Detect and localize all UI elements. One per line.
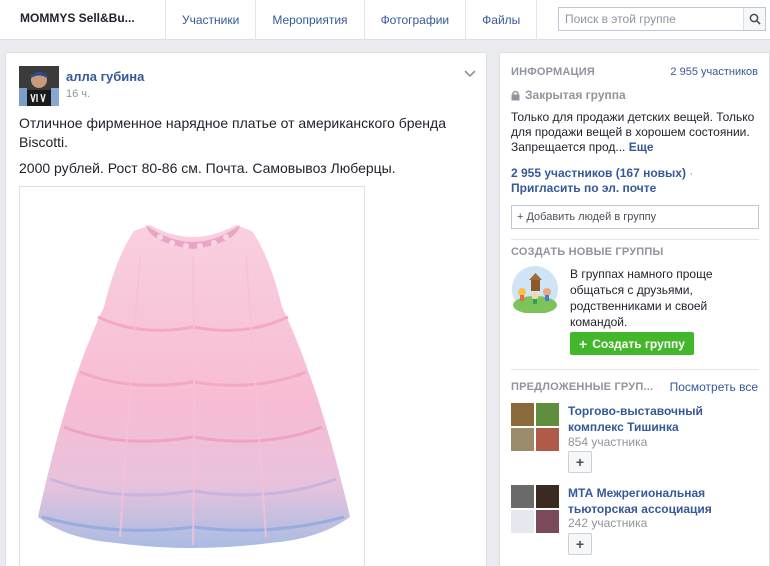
- add-people-input[interactable]: + Добавить людей в группу: [511, 205, 759, 229]
- tab-files[interactable]: Файлы: [465, 0, 538, 40]
- post-body: Отличное фирменное нарядное платье от ам…: [19, 114, 469, 185]
- post-text-price: 2000 рублей. Рост 80-86 см. Почта. Самов…: [19, 160, 396, 176]
- group-illustration-icon: [512, 266, 558, 314]
- privacy-row: Закрытая группа: [511, 88, 626, 102]
- author-avatar[interactable]: [19, 66, 59, 106]
- suggested-group-name[interactable]: МТА Межрегиональная тьюторская ассоциаци…: [568, 485, 748, 517]
- create-groups-text: В группах намного проще общаться с друзь…: [570, 267, 713, 329]
- search-button[interactable]: [743, 8, 765, 30]
- suggested-group-thumbnails[interactable]: [511, 485, 559, 533]
- create-group-label: Создать группу: [592, 336, 685, 351]
- create-groups-header: СОЗДАТЬ НОВЫЕ ГРУППЫ: [511, 246, 664, 258]
- plus-icon: +: [575, 536, 585, 552]
- privacy-label: Закрытая группа: [525, 88, 626, 102]
- member-photo: [536, 485, 559, 508]
- member-photo: [511, 428, 534, 451]
- post-text-description: Отличное фирменное нарядное платье от ам…: [19, 115, 446, 150]
- section-divider: [511, 369, 759, 370]
- group-tabs: Участники Мероприятия Фотографии Файлы: [165, 0, 538, 40]
- tab-photos[interactable]: Фотографии: [363, 0, 466, 40]
- chevron-down-icon: [464, 70, 476, 78]
- member-photo: [536, 510, 559, 533]
- suggested-group-members: 242 участника: [568, 516, 648, 530]
- member-photo: [536, 403, 559, 426]
- member-photo: [511, 510, 534, 533]
- group-description: Только для продажи детских вещей. Только…: [511, 110, 763, 155]
- invite-email-link[interactable]: Пригласить по эл. почте: [511, 181, 656, 195]
- tab-members[interactable]: Участники: [165, 0, 255, 40]
- tab-events[interactable]: Мероприятия: [255, 0, 363, 40]
- search-icon: [749, 13, 761, 25]
- info-header: ИНФОРМАЦИЯ: [511, 66, 595, 78]
- member-photo: [511, 403, 534, 426]
- lock-icon: [511, 90, 520, 100]
- members-count-link[interactable]: 2 955 участников: [670, 66, 758, 78]
- create-group-button[interactable]: + Создать группу: [570, 332, 694, 355]
- dress-image: [20, 187, 364, 566]
- avatar-image: [19, 66, 59, 106]
- plus-icon: +: [575, 454, 585, 470]
- section-divider: [511, 239, 759, 240]
- members-stat-link[interactable]: 2 955 участников (167 новых): [511, 166, 686, 180]
- group-title[interactable]: MOMMYS Sell&Bu...: [20, 11, 135, 25]
- plus-icon: +: [579, 335, 588, 352]
- see-all-link[interactable]: Посмотреть все: [670, 380, 758, 394]
- member-photo: [536, 428, 559, 451]
- post-options-button[interactable]: [464, 67, 476, 81]
- post-author[interactable]: алла губина: [66, 69, 144, 84]
- members-stats: 2 955 участников (167 новых) · Пригласит…: [511, 166, 694, 195]
- search-input[interactable]: [559, 8, 739, 30]
- see-more-link[interactable]: Еще: [629, 140, 654, 154]
- suggested-group-thumbnails[interactable]: [511, 403, 559, 451]
- group-sidebar: ИНФОРМАЦИЯ 2 955 участников Закрытая гру…: [499, 52, 770, 566]
- suggested-group-members: 854 участника: [568, 435, 648, 449]
- member-photo: [511, 485, 534, 508]
- post-timestamp[interactable]: 16 ч.: [66, 88, 90, 100]
- join-group-button[interactable]: +: [568, 451, 592, 473]
- group-top-bar: MOMMYS Sell&Bu... Участники Мероприятия …: [0, 0, 770, 40]
- create-groups-illustration: [511, 265, 559, 314]
- suggested-group-name[interactable]: Торгово-выставочный комплекс Тишинка: [568, 403, 748, 435]
- group-search: [558, 7, 766, 31]
- join-group-button[interactable]: +: [568, 533, 592, 555]
- post-photo[interactable]: [19, 186, 365, 566]
- suggested-groups-header: ПРЕДЛОЖЕННЫЕ ГРУП...: [511, 381, 654, 393]
- feed-post: алла губина 16 ч. Отличное фирменное нар…: [5, 52, 487, 566]
